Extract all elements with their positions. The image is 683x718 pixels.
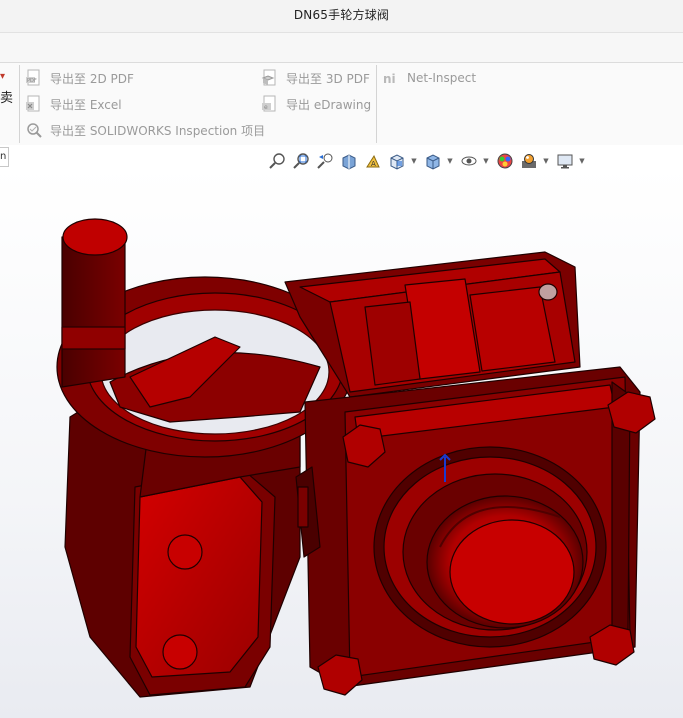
view-settings-icon[interactable]	[554, 151, 576, 171]
export-edrawing-label: 导出 eDrawing	[286, 97, 372, 112]
export-inspection-label: 导出至 SOLIDWORKS Inspection 项目	[50, 123, 266, 138]
svg-text:ni: ni	[383, 72, 396, 86]
title-bar: DN65手轮方球阀	[0, 0, 683, 33]
hide-show-items-icon[interactable]	[458, 151, 480, 171]
window-title: DN65手轮方球阀	[293, 8, 390, 22]
excel-export-icon	[25, 95, 43, 113]
export-edrawing-button[interactable]: e 导出 eDrawing	[261, 94, 371, 114]
view-orientation-icon[interactable]	[386, 151, 408, 171]
export-excel-label: 导出至 Excel	[50, 97, 122, 112]
collapsed-group-icon: ▾	[0, 71, 6, 82]
svg-text:PDF: PDF	[27, 78, 37, 84]
feature-tree-tab[interactable]: n	[0, 147, 9, 167]
collapsed-group-label: 卖	[0, 91, 14, 106]
display-style-dropdown-icon[interactable]: ▼	[446, 157, 454, 165]
export-3d-pdf-button[interactable]: 导出至 3D PDF	[261, 68, 370, 88]
ribbon-separator	[19, 65, 20, 143]
net-inspect-icon: ni	[382, 69, 400, 87]
ribbon-separator	[376, 65, 377, 143]
export-inspection-button[interactable]: 导出至 SOLIDWORKS Inspection 项目	[25, 120, 265, 140]
apply-scene-icon[interactable]	[518, 151, 540, 171]
svg-text:A: A	[371, 160, 376, 168]
ribbon-panel: ▾ 卖 PDF 导出至 2D PDF 导出至 Excel 导出至 SOLIDWO…	[0, 63, 683, 146]
svg-text:e: e	[264, 104, 268, 111]
inspection-icon	[25, 121, 43, 139]
view-orientation-dropdown-icon[interactable]: ▼	[410, 157, 418, 165]
edrawing-icon: e	[261, 95, 279, 113]
edit-appearance-icon[interactable]	[494, 151, 516, 171]
pdf-3d-icon	[261, 69, 279, 87]
graphics-viewport[interactable]	[0, 167, 683, 718]
command-manager-tabs	[0, 33, 683, 63]
hide-show-dropdown-icon[interactable]: ▼	[482, 157, 490, 165]
heads-up-view-toolbar: A ▼ ▼ ▼ ▼ ▼	[266, 150, 590, 172]
net-inspect-button[interactable]: ni Net-Inspect	[382, 68, 476, 88]
previous-view-icon[interactable]	[314, 151, 336, 171]
valve-3d-model[interactable]	[0, 167, 683, 718]
pdf-2d-icon: PDF	[25, 69, 43, 87]
dynamic-annotation-icon[interactable]: A	[362, 151, 384, 171]
export-3d-pdf-label: 导出至 3D PDF	[286, 71, 370, 86]
display-style-icon[interactable]	[422, 151, 444, 171]
zoom-to-area-icon[interactable]	[290, 151, 312, 171]
view-settings-dropdown-icon[interactable]: ▼	[578, 157, 586, 165]
export-2d-pdf-button[interactable]: PDF 导出至 2D PDF	[25, 68, 134, 88]
apply-scene-dropdown-icon[interactable]: ▼	[542, 157, 550, 165]
zoom-to-fit-icon[interactable]	[266, 151, 288, 171]
net-inspect-label: Net-Inspect	[407, 71, 477, 85]
export-excel-button[interactable]: 导出至 Excel	[25, 94, 122, 114]
section-view-icon[interactable]	[338, 151, 360, 171]
export-2d-pdf-label: 导出至 2D PDF	[50, 71, 134, 86]
